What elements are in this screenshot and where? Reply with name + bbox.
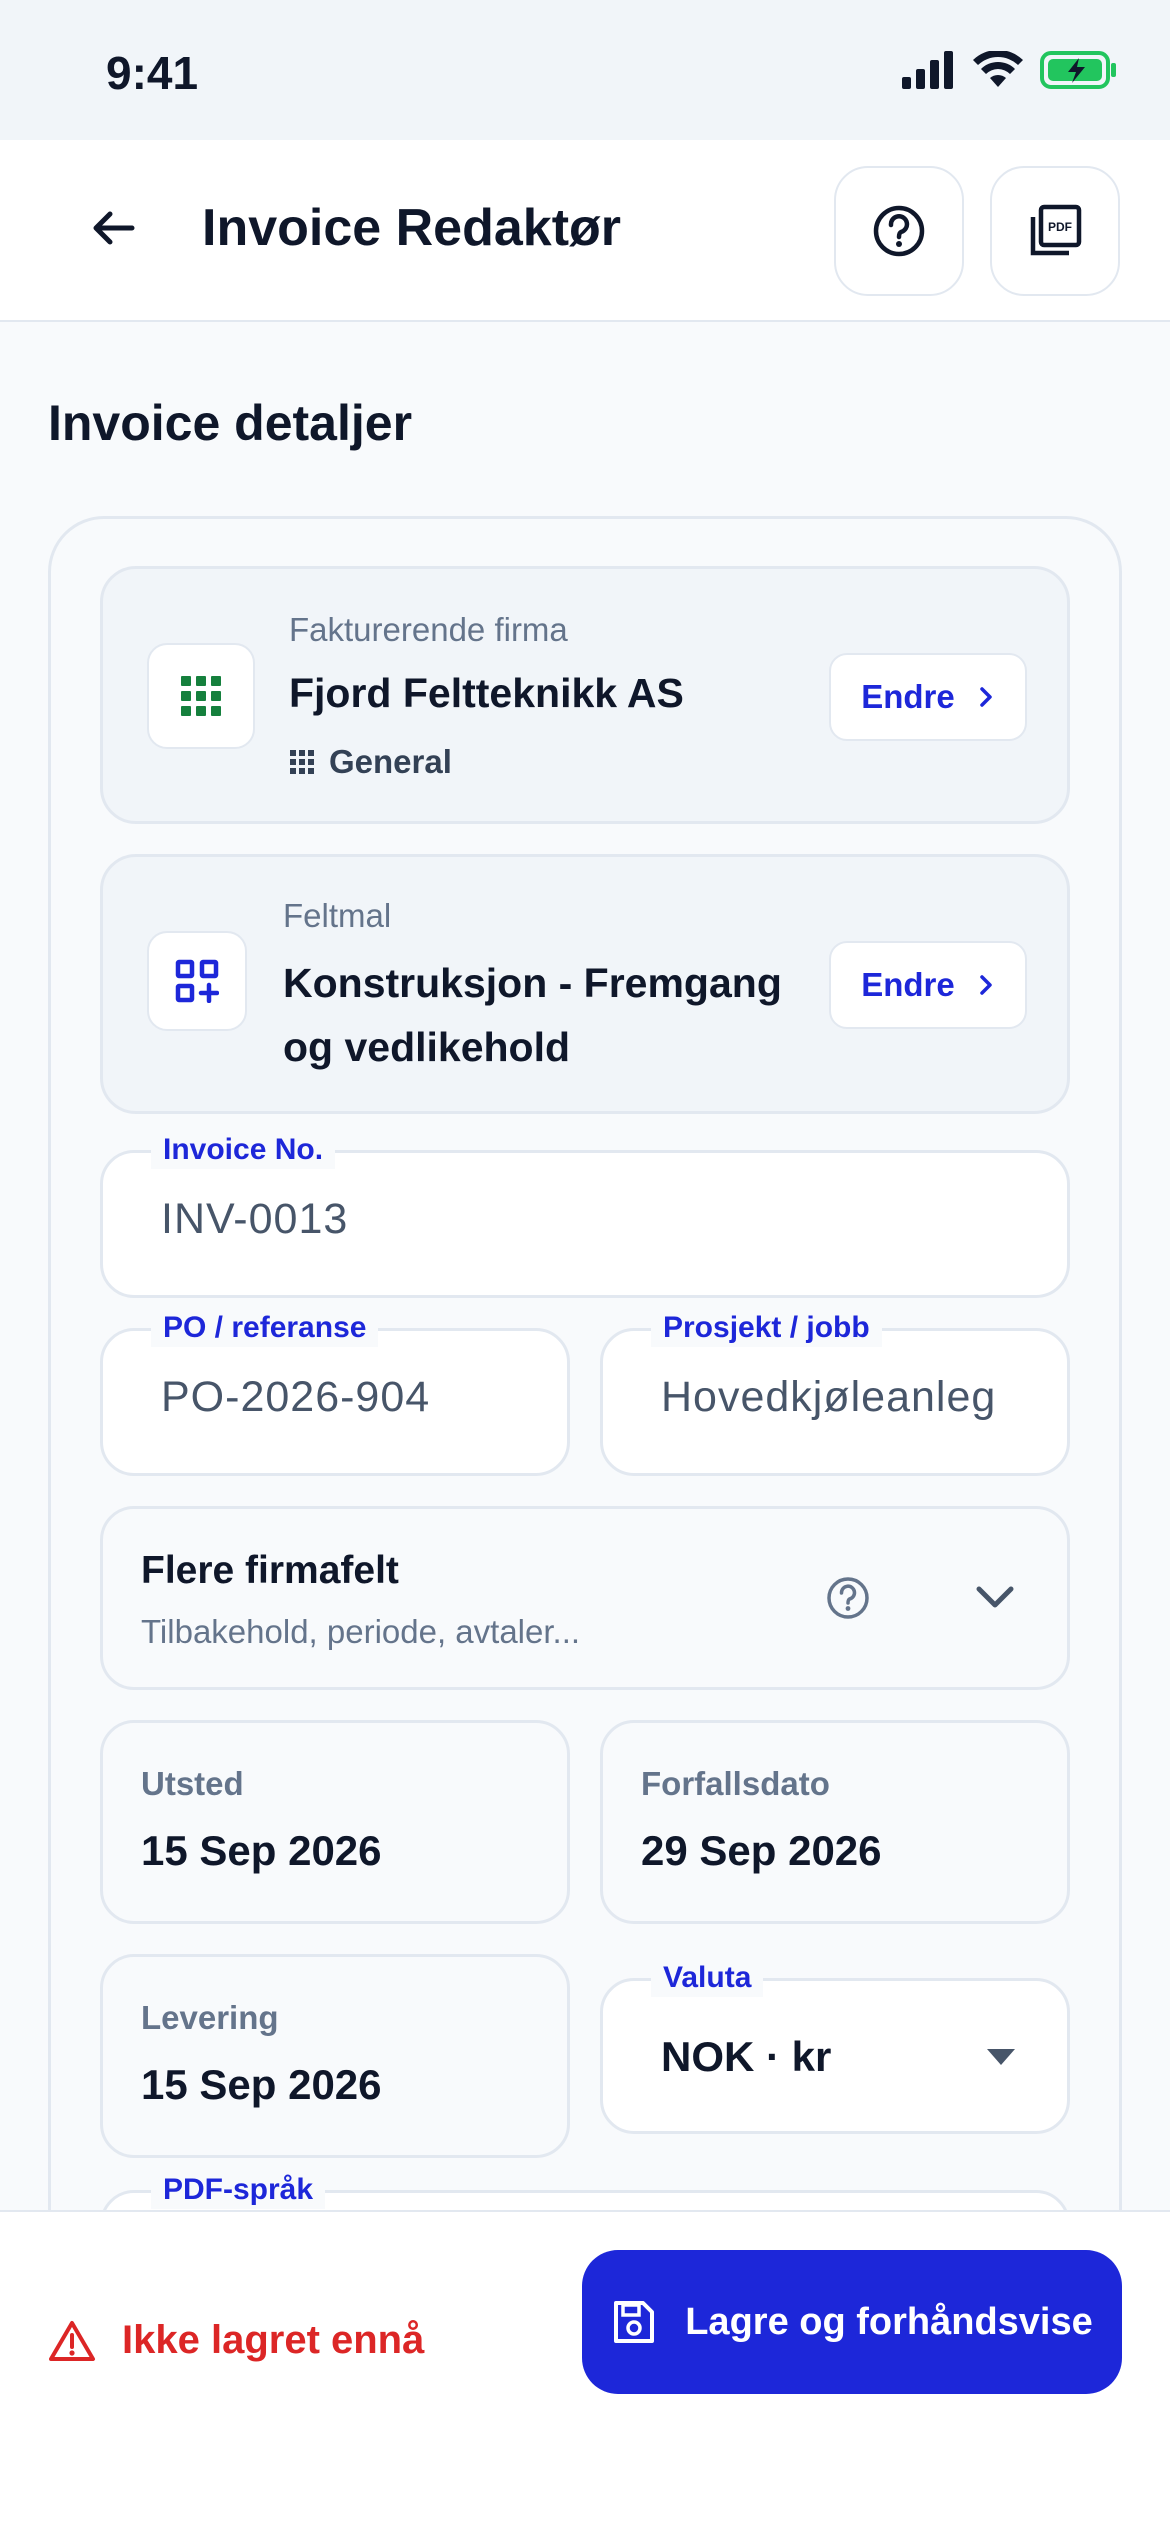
chevron-right-icon xyxy=(980,687,992,707)
invoice-no-field[interactable]: Invoice No. INV-0013 xyxy=(100,1131,1070,1298)
po-reference-field[interactable]: PO / referanse PO-2026-904 xyxy=(100,1309,570,1476)
change-company-label: Endre xyxy=(861,678,955,715)
issue-date-value: 15 Sep 2026 xyxy=(141,1827,382,1874)
save-and-preview-button[interactable]: Lagre og forhåndsvise xyxy=(582,2250,1122,2394)
delivery-date-field[interactable]: Levering 15 Sep 2026 xyxy=(100,1954,570,2158)
unsaved-status: Ikke lagret ennå xyxy=(48,2318,424,2363)
project-value: Hovedkjøleanleg xyxy=(661,1373,997,1421)
caret-down-icon xyxy=(987,2049,1015,2065)
save-disk-icon xyxy=(614,2301,655,2343)
signal-icon xyxy=(902,51,953,89)
template-label: Feltmal xyxy=(283,897,392,934)
warning-triangle-icon xyxy=(49,2320,95,2361)
due-date-label: Forfallsdato xyxy=(641,1765,830,1802)
company-tile: Fakturerende firma Fjord Feltteknikk AS … xyxy=(100,566,1070,824)
small-grid-icon xyxy=(290,750,314,774)
change-template-button[interactable]: Endre xyxy=(829,941,1027,1029)
section-title: Invoice detaljer xyxy=(48,395,413,451)
currency-select[interactable]: Valuta NOK · kr xyxy=(600,1959,1070,2134)
company-category: General xyxy=(289,743,452,781)
save-and-preview-label: Lagre og forhåndsvise xyxy=(685,2300,1093,2343)
project-field[interactable]: Prosjekt / jobb Hovedkjøleanleg xyxy=(600,1309,1070,1476)
back-button[interactable] xyxy=(84,198,144,258)
issue-date-field[interactable]: Utsted 15 Sep 2026 xyxy=(100,1720,570,1924)
status-time: 9:41 xyxy=(106,47,199,99)
issue-date-label: Utsted xyxy=(141,1765,244,1802)
grid-icon xyxy=(147,643,255,749)
more-fields-subtitle: Tilbakehold, periode, avtaler... xyxy=(141,1613,581,1650)
invoice-editor-screen: 9:41 Invoice Redaktør PDF Invoice detalj… xyxy=(0,0,1170,2532)
more-fields-title: Flere firmafelt xyxy=(141,1549,399,1592)
due-date-value: 29 Sep 2026 xyxy=(641,1827,882,1874)
app-bar: Invoice Redaktør PDF xyxy=(0,140,1170,322)
change-company-button[interactable]: Endre xyxy=(829,653,1027,741)
battery-icon xyxy=(1040,51,1116,89)
chevron-down-icon[interactable] xyxy=(975,1583,1015,1611)
delivery-date-label: Levering xyxy=(141,1999,279,2036)
svg-text:PDF: PDF xyxy=(1048,220,1072,234)
change-template-label: Endre xyxy=(861,966,955,1003)
delivery-date-value: 15 Sep 2026 xyxy=(141,2061,382,2108)
status-icons xyxy=(900,50,1118,90)
wifi-icon xyxy=(973,51,1023,87)
unsaved-text: Ikke lagret ennå xyxy=(122,2318,425,2362)
invoice-no-value: INV-0013 xyxy=(161,1195,349,1243)
invoice-no-label: Invoice No. xyxy=(151,1131,336,1169)
pdf-file-icon: PDF xyxy=(1030,204,1082,256)
help-circle-icon[interactable] xyxy=(825,1575,871,1621)
status-bar: 9:41 xyxy=(0,0,1170,140)
template-name-line2: og vedlikehold xyxy=(283,1024,571,1070)
company-name: Fjord Feltteknikk AS xyxy=(289,670,684,716)
company-label: Fakturerende firma xyxy=(289,611,568,648)
more-company-fields[interactable]: Flere firmafelt Tilbakehold, periode, av… xyxy=(100,1506,1070,1690)
help-button[interactable] xyxy=(834,166,964,296)
arrow-left-icon xyxy=(93,211,135,245)
po-reference-label: PO / referanse xyxy=(151,1309,379,1347)
project-label: Prosjekt / jobb xyxy=(651,1309,882,1347)
template-tile: Feltmal Konstruksjon - Fremgang og vedli… xyxy=(100,854,1070,1114)
currency-label: Valuta xyxy=(651,1959,764,1997)
help-circle-icon xyxy=(873,205,925,257)
page-title: Invoice Redaktør xyxy=(202,199,622,257)
bottom-action-bar: Ikke lagret ennå Lagre og forhåndsvise xyxy=(0,2210,1170,2532)
due-date-field[interactable]: Forfallsdato 29 Sep 2026 xyxy=(600,1720,1070,1924)
pdf-language-label: PDF-språk xyxy=(151,2171,326,2209)
pdf-button[interactable]: PDF xyxy=(990,166,1120,296)
po-reference-value: PO-2026-904 xyxy=(161,1373,431,1421)
template-add-icon xyxy=(147,931,247,1031)
template-name-line1: Konstruksjon - Fremgang xyxy=(283,960,782,1006)
currency-value: NOK · kr xyxy=(661,2033,832,2080)
chevron-right-icon xyxy=(980,975,992,995)
company-category-label: General xyxy=(329,743,452,780)
